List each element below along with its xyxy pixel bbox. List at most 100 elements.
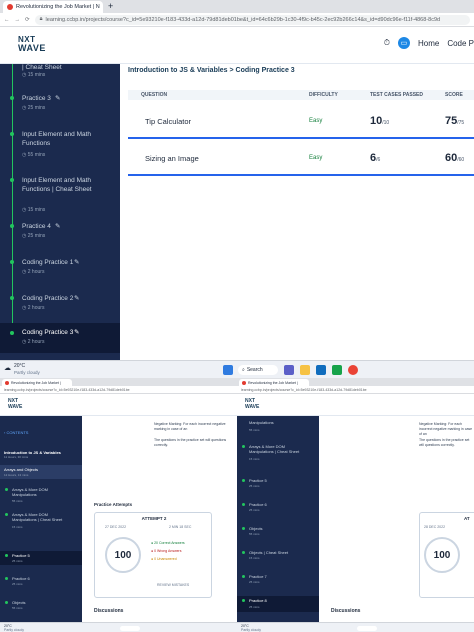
address-bar: ← → ⟳ 🔒︎ learning.ccbp.in/projects/cours… — [0, 13, 474, 27]
app-header: NXT WAVE ⏱ ▭ Home Code P — [0, 27, 474, 64]
windows-taskbar: 20°C Partly cloudy — [237, 622, 474, 632]
search-icon: ⌕ — [242, 367, 245, 373]
file-explorer-icon[interactable] — [300, 365, 310, 375]
score: 60/60 — [445, 152, 465, 164]
attempt-label: AT — [464, 516, 470, 521]
browser-tab[interactable]: Revolutionizing the Job Market | — [239, 379, 309, 386]
wrong-answers: ● 0 Wrong Answers — [151, 549, 182, 553]
sidebar-item[interactable]: Practice 7 25 mins — [237, 574, 319, 588]
discussions-title: Discussions — [94, 608, 124, 614]
sidebar-item[interactable]: Manipulations 55 mins — [237, 420, 319, 434]
attempt-date: 27 DEC 2022 — [105, 525, 127, 529]
note-1: Negative Marking: For each incorrect neg… — [419, 422, 473, 436]
nxtwave-logo[interactable]: NXT WAVE — [245, 398, 259, 410]
browser-tab[interactable]: Revolutionizing the Job Market | — [2, 379, 72, 386]
weather-icon: ☁ — [4, 365, 11, 372]
sidebar-item-coding-practice-1[interactable]: Coding Practice 1 ✎ 2 hours — [0, 256, 120, 282]
chrome-icon[interactable] — [348, 365, 358, 375]
url-input[interactable]: 🔒︎ learning.ccbp.in/projects/course?c_id… — [34, 14, 470, 25]
right-screenshot-panel: Revolutionizing the Job Market | learnin… — [237, 378, 474, 632]
favicon-icon — [7, 4, 13, 10]
sidebar-item[interactable]: Objects 55 mins — [0, 600, 82, 614]
sidebar-item[interactable]: Practice 5 25 mins — [237, 478, 319, 492]
sidebar-item-practice-4[interactable]: Practice 4 ✎ 25 mins — [0, 220, 120, 246]
course-sidebar: | Cheat Sheet 15 mins Practice 3 ✎ 25 mi… — [0, 64, 120, 360]
attempts-content: Negative Marking: For each incorrect neg… — [82, 416, 237, 622]
question-name: Tip Calculator — [145, 117, 191, 126]
sidebar-item-cheat-sheet[interactable]: | Cheat Sheet 15 mins — [0, 64, 120, 90]
sidebar-item-coding-practice-2[interactable]: Coding Practice 2 ✎ 2 hours — [0, 292, 120, 318]
sidebar-item[interactable]: Objects 55 mins — [237, 526, 319, 540]
browser-tab-bar: Revolutionizing the Job Market | N ✕ + — [0, 0, 474, 13]
status-dot — [10, 331, 14, 335]
favicon-icon — [5, 380, 9, 385]
status-dot — [10, 96, 14, 100]
back-icon[interactable]: ← — [4, 17, 10, 23]
sidebar-item-coding-practice-3[interactable]: Coding Practice 3 ✎ 2 hours — [0, 323, 120, 353]
sidebar-item[interactable]: Practice 6 25 mins — [237, 502, 319, 516]
breadcrumb: Introduction to JS & Variables > Coding … — [128, 67, 295, 74]
sidebar-item-practice-3[interactable]: Practice 3 ✎ 25 mins — [0, 92, 120, 118]
edge-icon[interactable] — [316, 365, 326, 375]
correct-answers: ● 20 Correct Answers — [151, 541, 185, 545]
edit-icon: ✎ — [55, 223, 61, 230]
score-ring: 100 — [424, 537, 460, 573]
sub-section[interactable]: Arrays and Objects 12 Hours, 13 mins — [0, 465, 82, 479]
weather-desc: Partly cloudy — [14, 370, 40, 375]
tests-passed: 6/6 — [370, 152, 381, 164]
sidebar-item-active[interactable]: Practice 8 25 mins — [237, 596, 319, 612]
sidebar-item[interactable]: Arrays & More DOM Manipulations 55 mins — [0, 487, 82, 507]
status-dot — [10, 296, 14, 300]
sidebar-item-active[interactable]: Practice 5 25 mins — [0, 551, 82, 565]
main-content: Introduction to JS & Variables > Coding … — [120, 64, 474, 360]
address-bar[interactable]: learning.ccbp.in/projects/course?c_id=5e… — [237, 386, 474, 394]
tab-title: Revolutionizing the Job Market | N — [16, 4, 100, 10]
table-row[interactable]: Tip Calculator Easy 10/10 75/75 — [128, 107, 474, 139]
sidebar-item[interactable]: Objects | Cheat Sheet 15 mins — [237, 550, 319, 564]
start-icon[interactable] — [223, 365, 233, 375]
teams-icon[interactable] — [284, 365, 294, 375]
browser-tab[interactable]: Revolutionizing the Job Market | N ✕ — [3, 1, 103, 13]
sidebar-item[interactable]: Practice 6 25 mins — [0, 576, 82, 590]
attempts-content: Negative Marking: For each incorrect neg… — [319, 416, 474, 622]
taskbar-search[interactable] — [120, 626, 140, 631]
logo-bottom: WAVE — [18, 43, 46, 53]
app-header: NXT WAVE — [0, 394, 237, 416]
app-icon[interactable] — [332, 365, 342, 375]
taskbar-search[interactable] — [357, 626, 377, 631]
note-1: Negative Marking: For each incorrect neg… — [154, 422, 226, 431]
nxtwave-logo[interactable]: NXT WAVE — [18, 36, 46, 53]
address-bar[interactable]: learning.ccbp.in/projects/course?c_id=5e… — [0, 386, 237, 394]
browser-tab-bar: Revolutionizing the Job Market | — [0, 378, 237, 386]
sidebar-item[interactable]: Arrays & More DOM Manipulations | Cheat … — [0, 512, 82, 534]
sidebar-item-input-element-cheat-sheet[interactable]: Input Element and Math Functions | Cheat… — [0, 174, 120, 218]
sidebar-item-input-element[interactable]: Input Element and Math Functions 55 mins — [0, 128, 120, 164]
new-tab-icon[interactable]: + — [108, 1, 113, 11]
unanswered: ● 0 Unanswered — [151, 557, 177, 561]
contents-link[interactable]: ‹ CONTENTS — [4, 430, 28, 435]
review-mistakes-button[interactable]: REVIEW MISTAKES — [157, 583, 189, 587]
tests-passed: 10/10 — [370, 115, 390, 127]
code-link[interactable]: Code P — [447, 39, 474, 48]
chat-icon[interactable]: ▭ — [397, 37, 410, 49]
table-row[interactable]: Sizing an Image Easy 6/6 60/60 — [128, 144, 474, 176]
forward-icon[interactable]: → — [15, 17, 21, 23]
home-link[interactable]: Home — [418, 39, 439, 48]
left-screenshot-panel: Revolutionizing the Job Market | learnin… — [0, 378, 237, 632]
table-header: QUESTION DIFFICULTY TEST CASES PASSED SC… — [128, 90, 474, 100]
reload-icon[interactable]: ⟳ — [25, 17, 30, 23]
taskbar-search[interactable]: ⌕ Search — [238, 365, 278, 375]
section-meta: 11 Hours, 30 mins — [4, 455, 29, 459]
timer-icon[interactable]: ⏱ — [384, 38, 390, 48]
edit-icon: ✎ — [55, 95, 61, 102]
status-dot — [10, 178, 14, 182]
favicon-icon — [242, 380, 246, 385]
nxtwave-logo[interactable]: NXT WAVE — [8, 398, 22, 410]
attempt-card[interactable]: ATTEMPT 2 27 DEC 2022 2 MIN 18 SEC 100 ●… — [94, 512, 212, 598]
attempt-card[interactable]: AT 28 DEC 2022 100 — [419, 512, 474, 598]
attempt-time: 2 MIN 18 SEC — [169, 525, 192, 529]
status-dot — [10, 132, 14, 136]
status-dot — [10, 224, 14, 228]
sidebar-item[interactable]: Arrays & More DOM Manipulations | Cheat … — [237, 444, 319, 464]
difficulty: Easy — [309, 118, 323, 124]
